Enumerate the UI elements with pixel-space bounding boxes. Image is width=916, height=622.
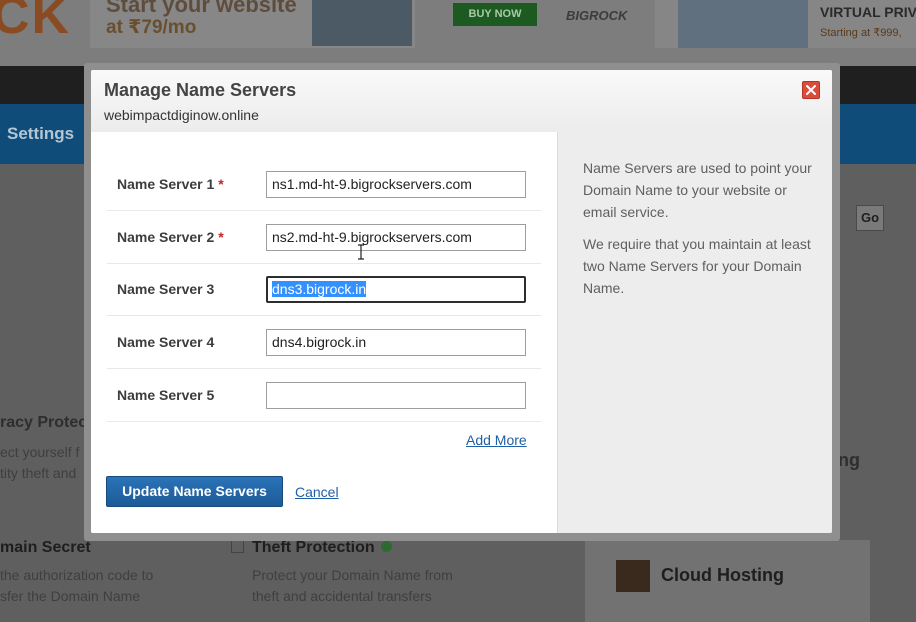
name-server-2-input[interactable]: ns2.md-ht-9.bigrockservers.com (266, 224, 526, 251)
nav-settings[interactable]: Settings (7, 124, 74, 144)
go-button[interactable]: Go (856, 205, 884, 231)
text-cursor-icon (358, 244, 364, 260)
bigrock-logo: BIGROCK (566, 8, 628, 23)
server-graphic (312, 0, 412, 46)
domain-secret-title: main Secret (0, 539, 91, 556)
privacy-protection-text: tity theft and (0, 465, 77, 481)
domain-name: webimpactdiginow.online (104, 107, 259, 123)
promo-banner-right[interactable]: VIRTUAL PRIV Starting at ₹999, (655, 0, 916, 48)
name-server-1-input[interactable]: ns1.md-ht-9.bigrockservers.com (266, 171, 526, 198)
name-server-4-input[interactable]: dns4.bigrock.in (266, 329, 526, 356)
theft-protection-text: theft and accidental transfers (252, 588, 432, 604)
name-server-row-4: Name Server 4 dns4.bigrock.in (107, 316, 541, 369)
close-icon (806, 85, 816, 95)
cloud-hosting-icon (616, 560, 650, 592)
promo-banner-left[interactable]: Start your website at ₹79/mo (90, 0, 415, 48)
cloud-hosting-link[interactable]: Cloud Hosting (661, 565, 784, 586)
name-server-row-5: Name Server 5 (107, 369, 541, 422)
manage-name-servers-dialog: Manage Name Servers webimpactdiginow.onl… (91, 70, 832, 533)
update-name-servers-button[interactable]: Update Name Servers (106, 476, 283, 507)
privacy-protection-text: ect yourself f (0, 444, 80, 460)
modal-title: Manage Name Servers (104, 80, 297, 100)
domain-secret-text: the authorization code to (0, 567, 154, 583)
name-server-form: Name Server 1 * ns1.md-ht-9.bigrockserver… (91, 132, 557, 533)
name-server-label: Name Server 5 (117, 387, 215, 403)
background-logo: CK (0, 0, 72, 45)
name-server-label: Name Server 4 (117, 334, 215, 350)
required-mark: * (218, 176, 224, 192)
info-text: Name Servers are used to point your Doma… (583, 160, 812, 220)
add-more-link[interactable]: Add More (466, 432, 527, 448)
cancel-link[interactable]: Cancel (295, 484, 339, 500)
name-server-3-input[interactable]: dns3.bigrock.in (266, 276, 526, 303)
promo-banner-right-title: VIRTUAL PRIV (820, 4, 916, 20)
name-server-row-3: Name Server 3 dns3.bigrock.in (107, 263, 541, 316)
promo-banner-line2: at ₹79/mo (106, 17, 197, 38)
modal-header: Manage Name Servers webimpactdiginow.onl… (91, 70, 832, 133)
selected-text: dns3.bigrock.in (272, 281, 367, 297)
name-server-row-1: Name Server 1 * ns1.md-ht-9.bigrockserver… (107, 158, 541, 211)
name-server-label: Name Server 3 (117, 281, 215, 297)
promo-banner-right-subtitle: Starting at ₹999, (820, 27, 902, 39)
info-text: We require that you maintain at least tw… (583, 236, 811, 296)
server-rack-graphic (678, 0, 808, 48)
info-panel: Name Servers are used to point your Doma… (557, 132, 832, 533)
status-dot-icon (380, 541, 392, 552)
expand-box-icon[interactable] (231, 540, 244, 553)
name-server-label: Name Server 1 * (117, 176, 224, 192)
close-button[interactable] (802, 81, 820, 99)
name-server-5-input[interactable] (266, 382, 526, 409)
buy-now-button[interactable]: BUY NOW (453, 3, 537, 26)
domain-secret-text: sfer the Domain Name (0, 588, 141, 604)
privacy-protection-title: racy Protec (0, 414, 88, 431)
required-mark: * (218, 229, 224, 245)
name-server-row-2: Name Server 2 * ns2.md-ht-9.bigrockserver… (107, 211, 541, 264)
name-server-label: Name Server 2 * (117, 229, 224, 245)
background-text-fragment: ng (838, 450, 860, 470)
theft-protection-label: Theft Protection (252, 539, 375, 556)
theft-protection-text: Protect your Domain Name from (252, 567, 453, 583)
theft-protection-title: Theft Protection (231, 539, 392, 557)
